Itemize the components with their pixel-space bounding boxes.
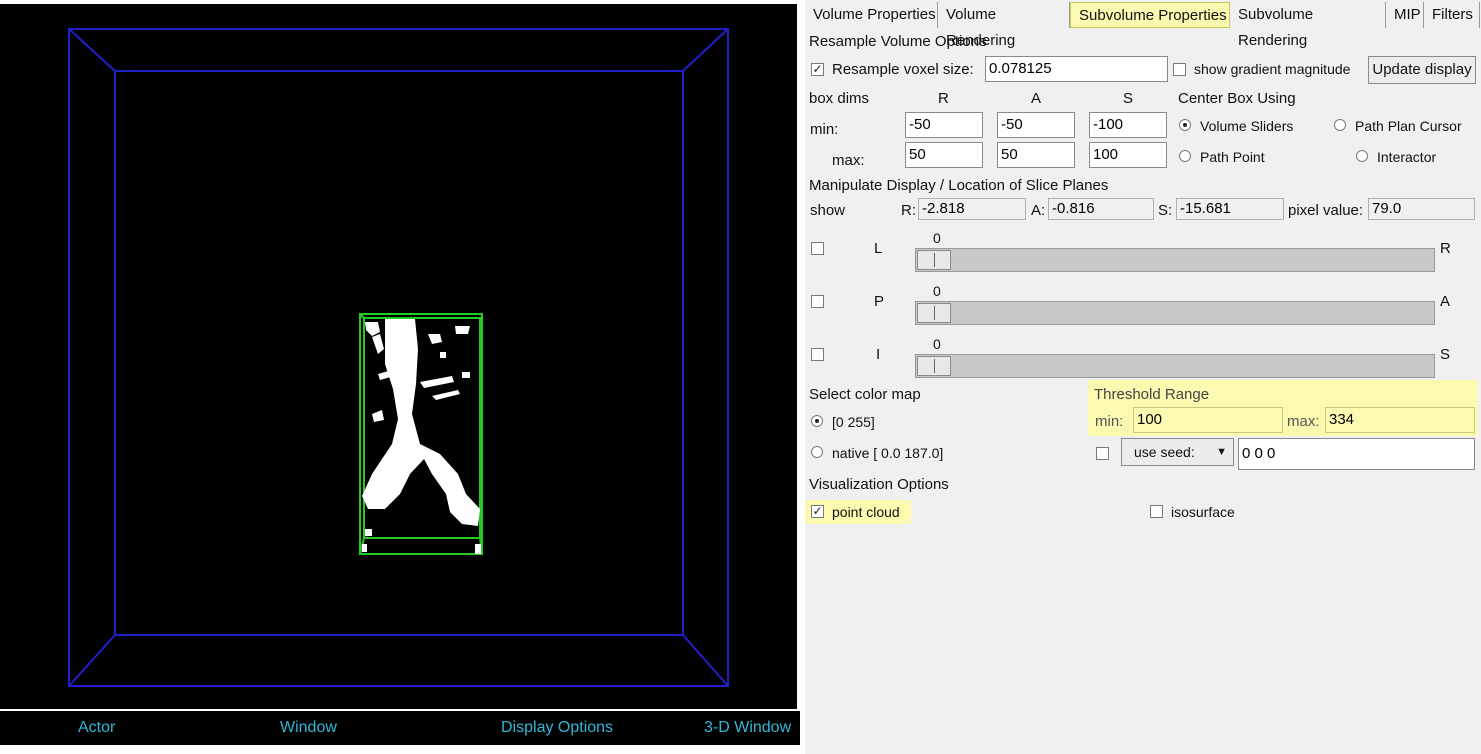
slider-thumb[interactable] (917, 303, 951, 323)
point-cloud-label: point cloud (832, 504, 900, 520)
threshold-max-label: max: (1287, 413, 1320, 430)
tab-filters[interactable]: Filters (1424, 2, 1480, 28)
actor-menu[interactable]: Actor (78, 719, 115, 737)
col-s-label: S (1123, 90, 1134, 107)
min-label: min: (810, 121, 839, 138)
a-coord-label: A: (1031, 202, 1046, 219)
3d-window-menu[interactable]: 3-D Window (704, 719, 791, 737)
interactor-radio[interactable] (1356, 150, 1368, 162)
col-a-label: A (1031, 90, 1042, 107)
display-options-menu[interactable]: Display Options (501, 719, 613, 737)
slice-p-slider[interactable]: 0 (915, 279, 1435, 329)
slider-p-right-label: A (1440, 293, 1451, 310)
tab-volume-properties[interactable]: Volume Properties (805, 2, 938, 28)
r-coord-value: -2.818 (918, 198, 1026, 220)
tab-subvolume-rendering[interactable]: Subvolume Rendering (1230, 2, 1386, 49)
slider-track[interactable] (915, 301, 1435, 325)
slice-l-checkbox[interactable] (811, 242, 824, 255)
resample-heading: Resample Volume Options (809, 33, 987, 50)
box-min-s-input[interactable]: -100 (1089, 112, 1167, 138)
manipulate-heading: Manipulate Display / Location of Slice P… (809, 177, 1109, 194)
max-label: max: (832, 152, 865, 169)
show-label: show (810, 202, 846, 219)
viewer-bottom-bar: Actor Window Display Options 3-D Window (0, 711, 800, 745)
slice-p-checkbox[interactable] (811, 295, 824, 308)
volume-sliders-radio[interactable] (1179, 119, 1191, 131)
point-cloud-checkbox[interactable]: ✓ (811, 505, 824, 518)
threshold-heading: Threshold Range (1094, 386, 1210, 403)
color-map-0-255-label: [0 255] (832, 414, 875, 430)
path-point-radio[interactable] (1179, 150, 1191, 162)
s-coord-value: -15.681 (1176, 198, 1284, 220)
slice-i-checkbox[interactable] (811, 348, 824, 361)
slider-thumb[interactable] (917, 250, 951, 270)
3d-render-viewport[interactable] (0, 4, 797, 709)
color-map-native-label: native [ 0.0 187.0] (832, 445, 944, 461)
show-gradient-checkbox[interactable] (1173, 63, 1186, 76)
box-dims-label: box dims (809, 90, 870, 107)
update-display-button[interactable]: Update display (1368, 56, 1476, 84)
slider-l-left-label: L (874, 240, 883, 257)
dropdown-arrow-icon: ▼ (1216, 446, 1227, 458)
threshold-min-input[interactable]: 100 (1133, 407, 1283, 433)
show-gradient-label: show gradient magnitude (1194, 61, 1351, 77)
slider-l-right-label: R (1440, 240, 1451, 257)
slider-l-value: 0 (933, 230, 941, 246)
render-canvas[interactable] (0, 4, 797, 709)
center-box-heading: Center Box Using (1178, 90, 1296, 107)
tab-volume-rendering[interactable]: Volume Rendering (938, 2, 1070, 49)
vessel-point-cloud (362, 319, 481, 554)
slider-p-left-label: P (874, 293, 885, 310)
color-map-heading: Select color map (809, 386, 921, 403)
resample-label: Resample voxel size: (832, 61, 974, 78)
slider-i-value: 0 (933, 336, 941, 352)
color-map-native-radio[interactable] (811, 446, 823, 458)
resample-checkbox[interactable]: ✓ (811, 63, 824, 76)
tab-mip[interactable]: MIP (1386, 2, 1424, 28)
slider-thumb[interactable] (917, 356, 951, 376)
interactor-label: Interactor (1377, 149, 1437, 165)
slider-p-value: 0 (933, 283, 941, 299)
isosurface-checkbox[interactable] (1150, 505, 1163, 518)
visualization-heading: Visualization Options (809, 476, 949, 493)
pixel-value-label: pixel value: (1288, 202, 1364, 219)
threshold-min-label: min: (1095, 413, 1124, 430)
slice-l-slider[interactable]: 0 (915, 226, 1435, 276)
volume-sliders-label: Volume Sliders (1200, 118, 1294, 134)
r-coord-label: R: (901, 202, 916, 219)
window-menu[interactable]: Window (280, 719, 337, 737)
box-min-a-input[interactable]: -50 (997, 112, 1075, 138)
box-max-s-input[interactable]: 100 (1089, 142, 1167, 168)
box-max-r-input[interactable]: 50 (905, 142, 983, 168)
threshold-max-input[interactable]: 334 (1325, 407, 1475, 433)
use-seed-dropdown[interactable]: use seed: ▼ (1121, 438, 1234, 466)
slider-track[interactable] (915, 248, 1435, 272)
a-coord-value: -0.816 (1048, 198, 1154, 220)
isosurface-label: isosurface (1171, 504, 1235, 520)
s-coord-label: S: (1158, 202, 1173, 219)
slice-i-slider[interactable]: 0 (915, 332, 1435, 382)
path-point-label: Path Point (1200, 149, 1265, 165)
slider-i-right-label: S (1440, 346, 1451, 363)
voxel-size-input[interactable]: 0.078125 (985, 56, 1168, 82)
path-plan-cursor-label: Path Plan Cursor (1355, 118, 1462, 134)
use-seed-checkbox[interactable] (1096, 447, 1109, 460)
use-seed-label: use seed: (1134, 444, 1195, 460)
box-min-r-input[interactable]: -50 (905, 112, 983, 138)
color-map-0-255-radio[interactable] (811, 415, 823, 427)
slider-i-left-label: I (876, 346, 881, 363)
seed-value-input[interactable]: 0 0 0 (1238, 438, 1475, 470)
col-r-label: R (938, 90, 949, 107)
pixel-value: 79.0 (1368, 198, 1475, 220)
tab-subvolume-properties[interactable]: Subvolume Properties (1070, 2, 1230, 28)
tab-bar: Volume Properties Volume Rendering Subvo… (805, 0, 1481, 49)
properties-panel: Volume Properties Volume Rendering Subvo… (805, 0, 1481, 754)
slider-track[interactable] (915, 354, 1435, 378)
path-plan-cursor-radio[interactable] (1334, 119, 1346, 131)
box-max-a-input[interactable]: 50 (997, 142, 1075, 168)
